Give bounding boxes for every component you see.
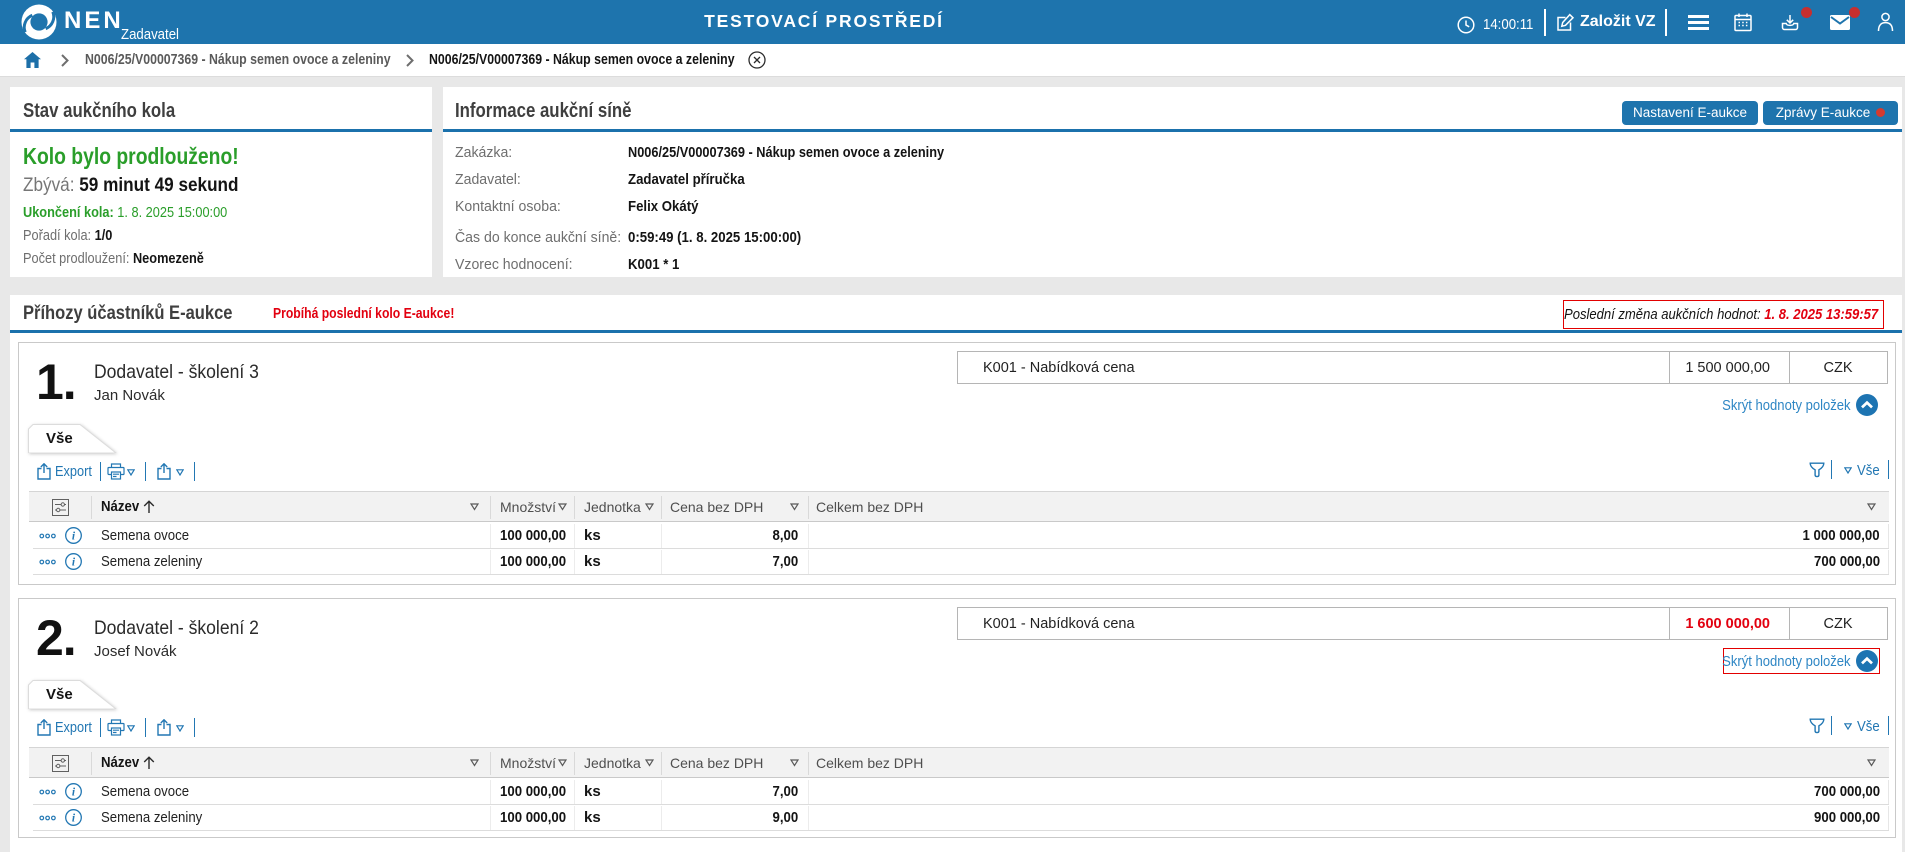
svg-text:i: i	[72, 812, 76, 824]
svg-text:i: i	[72, 530, 76, 542]
svg-text:i: i	[72, 556, 76, 568]
svg-text:i: i	[72, 786, 76, 798]
